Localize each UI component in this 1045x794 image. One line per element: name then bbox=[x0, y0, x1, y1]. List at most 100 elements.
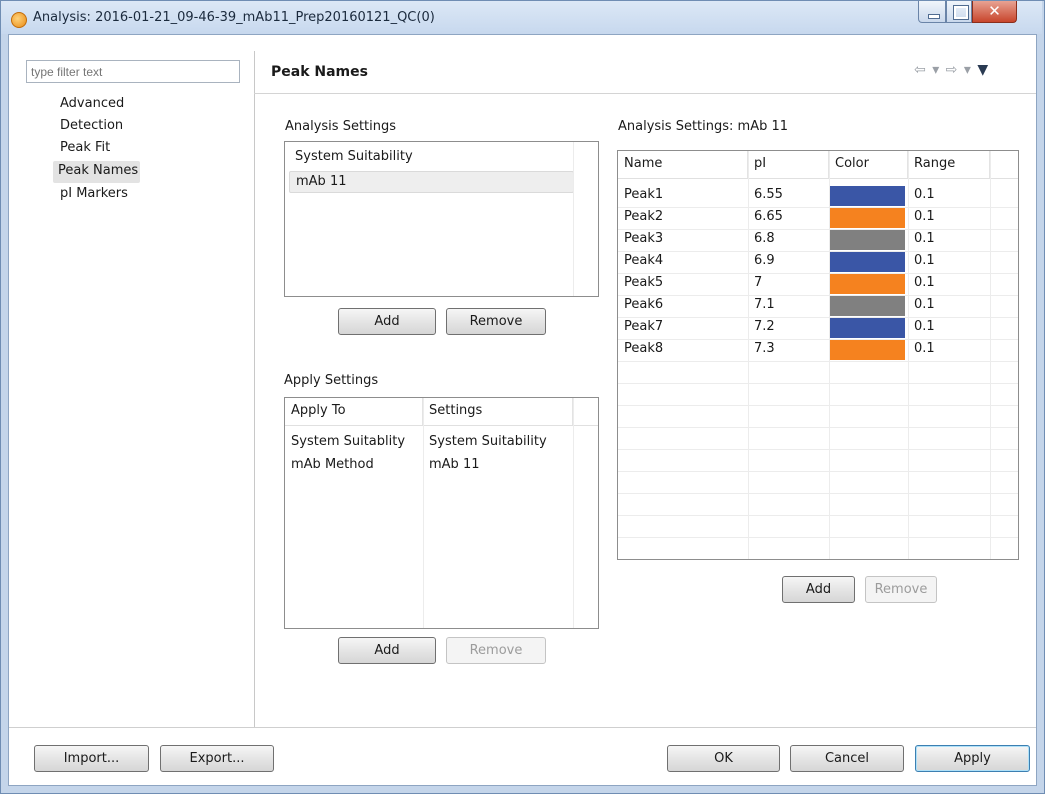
column-header-apply-to[interactable]: Apply To bbox=[285, 398, 423, 425]
row-separator bbox=[618, 449, 1018, 450]
table-row[interactable]: Peak2 6.65 0.1 bbox=[618, 207, 1018, 229]
apply-settings-label: Apply Settings bbox=[284, 373, 379, 388]
peak-pi-cell[interactable]: 7.1 bbox=[748, 295, 781, 317]
tree-item-pi-markers[interactable]: pI Markers bbox=[58, 184, 130, 206]
row-separator bbox=[618, 493, 1018, 494]
peak-name-cell[interactable]: Peak1 bbox=[618, 185, 669, 207]
peak-pi-cell[interactable]: 6.65 bbox=[748, 207, 789, 229]
list-item[interactable]: System Suitability bbox=[289, 147, 419, 169]
column-header-pi[interactable]: pI bbox=[748, 151, 829, 178]
minimize-button[interactable] bbox=[918, 1, 946, 23]
forward-dropdown-icon[interactable]: ▾ bbox=[964, 62, 972, 78]
footer-separator bbox=[9, 727, 1036, 728]
peak-pi-cell[interactable]: 7.3 bbox=[748, 339, 781, 361]
row-separator bbox=[618, 559, 1018, 560]
close-icon: ✕ bbox=[988, 2, 1001, 20]
row-separator bbox=[618, 427, 1018, 428]
peak-color-swatch[interactable] bbox=[830, 252, 905, 272]
column-header-settings[interactable]: Settings bbox=[423, 398, 573, 425]
table-row[interactable]: Peak5 7 0.1 bbox=[618, 273, 1018, 295]
peak-name-cell[interactable]: Peak7 bbox=[618, 317, 669, 339]
ok-button[interactable]: OK bbox=[667, 745, 780, 772]
peak-color-swatch[interactable] bbox=[830, 318, 905, 338]
tree-item-advanced[interactable]: Advanced bbox=[58, 94, 126, 116]
peak-range-cell[interactable]: 0.1 bbox=[908, 251, 941, 273]
apply-remove-button[interactable]: Remove bbox=[446, 637, 546, 664]
row-separator bbox=[618, 515, 1018, 516]
table-row[interactable]: Peak7 7.2 0.1 bbox=[618, 317, 1018, 339]
view-menu-icon[interactable]: ▼ bbox=[977, 62, 989, 78]
apply-to-cell: mAb Method bbox=[291, 457, 374, 472]
peak-table-header: Name pI Color Range bbox=[618, 151, 1018, 179]
analysis-add-button[interactable]: Add bbox=[338, 308, 436, 335]
peak-range-cell[interactable]: 0.1 bbox=[908, 185, 941, 207]
peak-names-table[interactable]: Name pI Color Range Peak1 6.55 0.1 Peak2 6.6… bbox=[617, 150, 1019, 560]
peak-add-button[interactable]: Add bbox=[782, 576, 855, 603]
peak-range-cell[interactable]: 0.1 bbox=[908, 317, 941, 339]
column-header-range[interactable]: Range bbox=[908, 151, 990, 178]
peak-name-cell[interactable]: Peak2 bbox=[618, 207, 669, 229]
row-separator bbox=[618, 383, 1018, 384]
peak-pi-cell[interactable]: 6.55 bbox=[748, 185, 789, 207]
peak-color-swatch[interactable] bbox=[830, 274, 905, 294]
list-column-divider bbox=[573, 142, 574, 296]
peak-pi-cell[interactable]: 7 bbox=[748, 273, 768, 295]
back-dropdown-icon[interactable]: ▾ bbox=[932, 62, 940, 78]
peak-name-cell[interactable]: Peak3 bbox=[618, 229, 669, 251]
peak-pi-cell[interactable]: 7.2 bbox=[748, 317, 781, 339]
peak-name-cell[interactable]: Peak5 bbox=[618, 273, 669, 295]
peak-remove-button[interactable]: Remove bbox=[865, 576, 937, 603]
forward-arrow-icon[interactable]: ⇨ bbox=[946, 62, 959, 78]
peak-name-cell[interactable]: Peak4 bbox=[618, 251, 669, 273]
apply-add-button[interactable]: Add bbox=[338, 637, 436, 664]
table-row[interactable]: mAb Method mAb 11 bbox=[285, 455, 598, 477]
peak-color-swatch[interactable] bbox=[830, 340, 905, 360]
table-row[interactable]: Peak6 7.1 0.1 bbox=[618, 295, 1018, 317]
tree-item-detection[interactable]: Detection bbox=[58, 116, 125, 138]
apply-button[interactable]: Apply bbox=[915, 745, 1030, 772]
page-title: Peak Names bbox=[271, 64, 368, 80]
peak-name-cell[interactable]: Peak6 bbox=[618, 295, 669, 317]
table-row[interactable]: Peak4 6.9 0.1 bbox=[618, 251, 1018, 273]
peak-range-cell[interactable]: 0.1 bbox=[908, 295, 941, 317]
peak-range-cell[interactable]: 0.1 bbox=[908, 229, 941, 251]
table-row[interactable]: Peak3 6.8 0.1 bbox=[618, 229, 1018, 251]
peak-pi-cell[interactable]: 6.9 bbox=[748, 251, 781, 273]
analysis-settings-label: Analysis Settings bbox=[285, 119, 397, 134]
title-bar[interactable]: Analysis: 2016-01-21_09-46-39_mAb11_Prep… bbox=[1, 1, 1042, 34]
peak-settings-label: Analysis Settings: mAb 11 bbox=[618, 119, 789, 134]
import-button[interactable]: Import... bbox=[34, 745, 149, 772]
list-item[interactable]: mAb 11 bbox=[289, 171, 574, 193]
column-header-name[interactable]: Name bbox=[618, 151, 748, 178]
analysis-settings-list[interactable]: System Suitability mAb 11 bbox=[284, 141, 599, 297]
close-window-button[interactable]: ✕ bbox=[972, 1, 1017, 23]
apply-to-cell: System Suitablity bbox=[291, 434, 406, 449]
export-button[interactable]: Export... bbox=[160, 745, 274, 772]
peak-color-swatch[interactable] bbox=[830, 208, 905, 228]
peak-color-swatch[interactable] bbox=[830, 296, 905, 316]
tree-item-peak-fit[interactable]: Peak Fit bbox=[58, 138, 112, 160]
apply-settings-table[interactable]: Apply To Settings System Suitablity Syst… bbox=[284, 397, 599, 629]
settings-cell: System Suitability bbox=[429, 434, 547, 449]
pane-divider[interactable] bbox=[254, 51, 255, 727]
peak-pi-cell[interactable]: 6.8 bbox=[748, 229, 781, 251]
settings-cell: mAb 11 bbox=[429, 457, 480, 472]
peak-color-swatch[interactable] bbox=[830, 186, 905, 206]
peak-range-cell[interactable]: 0.1 bbox=[908, 273, 941, 295]
table-row[interactable]: Peak8 7.3 0.1 bbox=[618, 339, 1018, 361]
apply-settings-header: Apply To Settings bbox=[285, 398, 598, 426]
filter-input[interactable] bbox=[26, 60, 240, 83]
table-row[interactable]: System Suitablity System Suitability bbox=[285, 432, 598, 454]
maximize-button[interactable] bbox=[946, 1, 972, 23]
back-arrow-icon[interactable]: ⇦ bbox=[914, 62, 927, 78]
tree-item-peak-names[interactable]: Peak Names bbox=[53, 161, 141, 183]
cancel-button[interactable]: Cancel bbox=[790, 745, 904, 772]
row-separator bbox=[618, 471, 1018, 472]
analysis-remove-button[interactable]: Remove bbox=[446, 308, 546, 335]
peak-color-swatch[interactable] bbox=[830, 230, 905, 250]
peak-range-cell[interactable]: 0.1 bbox=[908, 207, 941, 229]
peak-range-cell[interactable]: 0.1 bbox=[908, 339, 941, 361]
peak-name-cell[interactable]: Peak8 bbox=[618, 339, 669, 361]
column-header-color[interactable]: Color bbox=[829, 151, 908, 178]
table-row[interactable]: Peak1 6.55 0.1 bbox=[618, 185, 1018, 207]
